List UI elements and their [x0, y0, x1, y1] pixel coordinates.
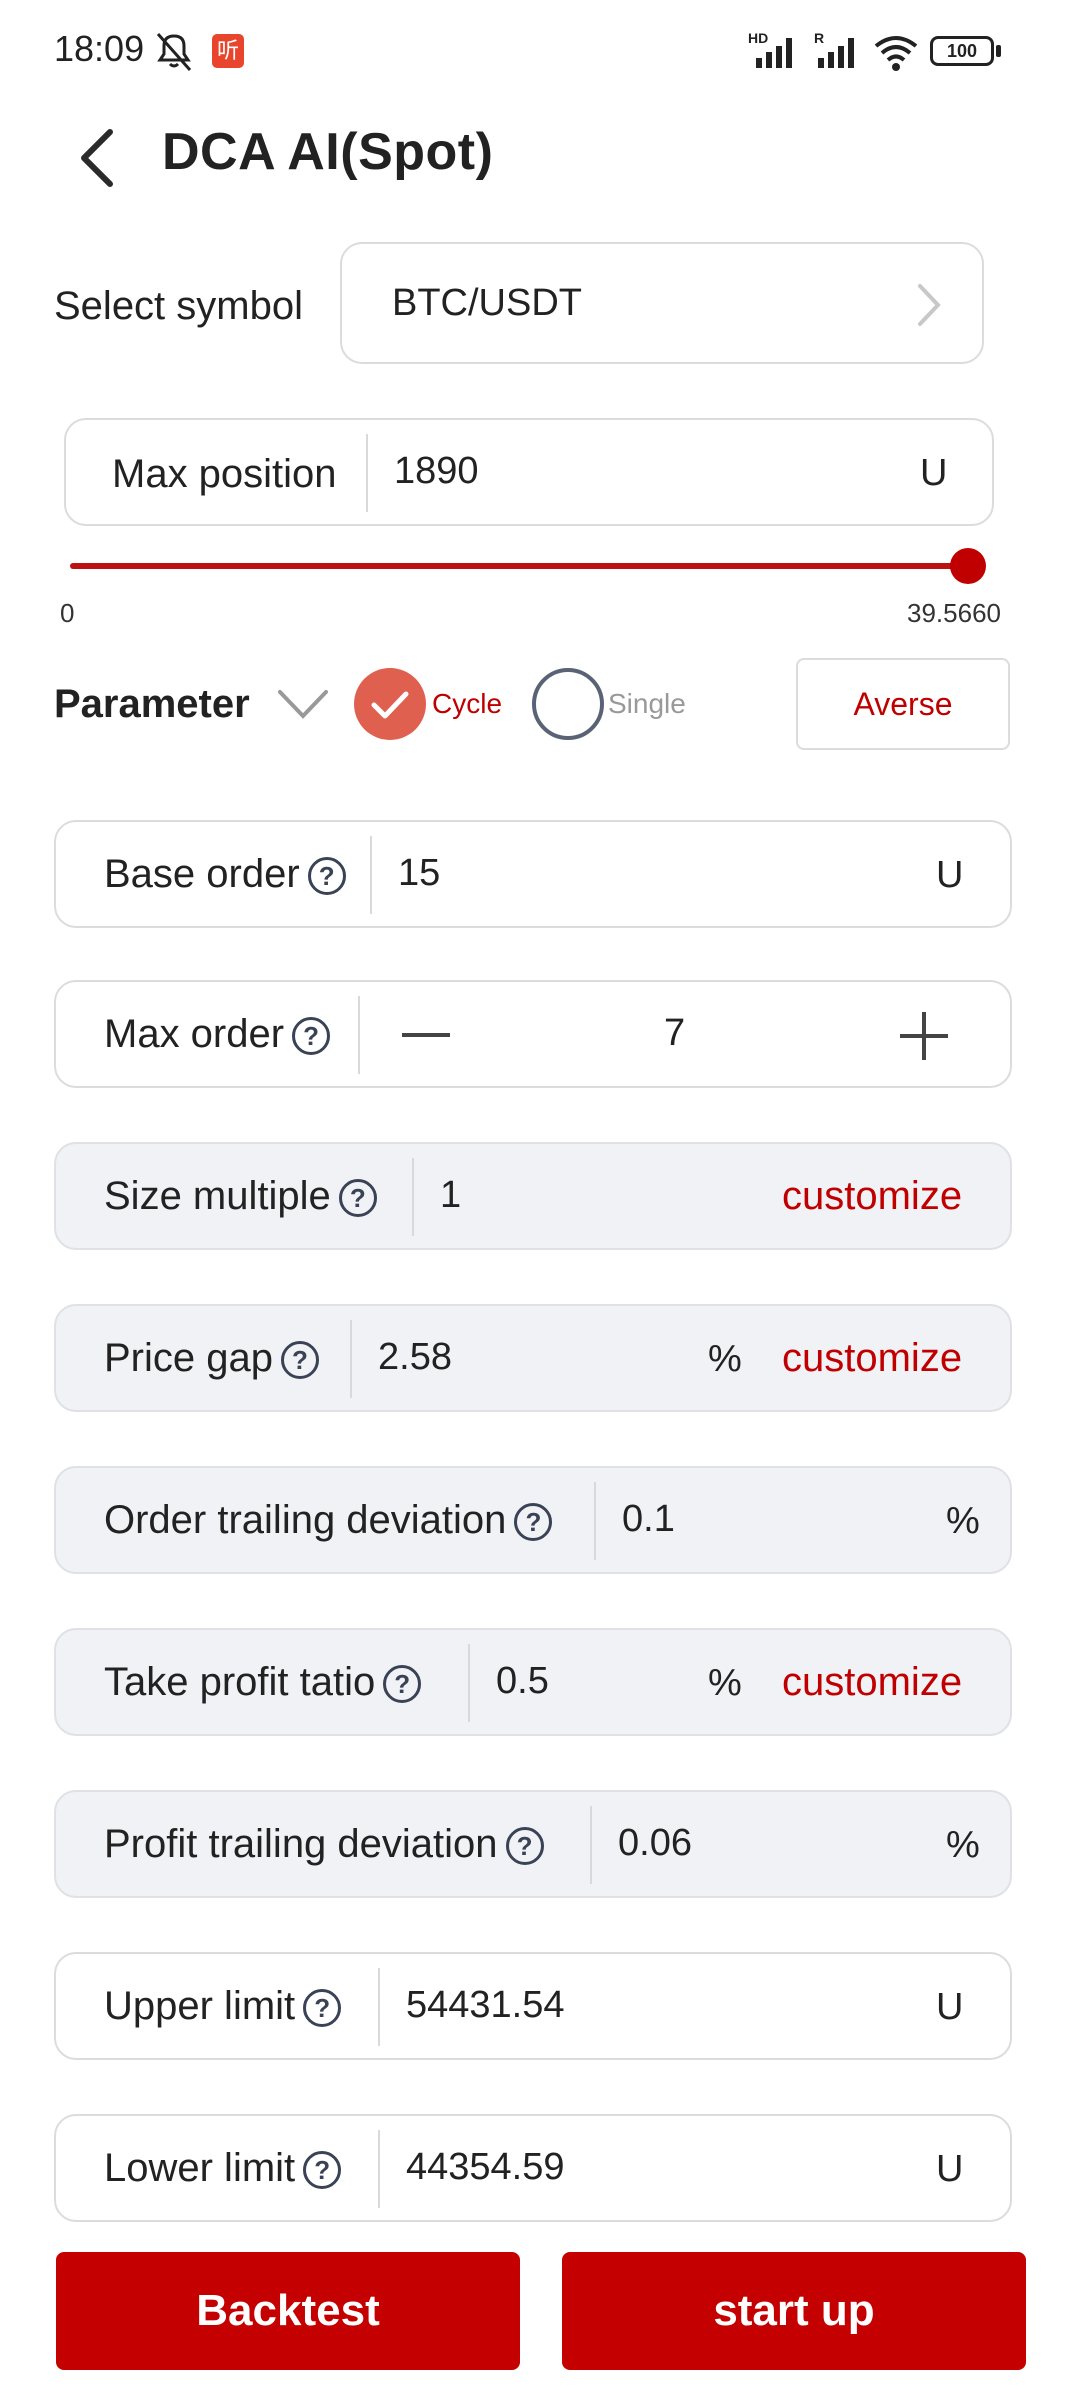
- take-profit-label: Take profit tatio: [104, 1660, 376, 1704]
- status-time: 18:09: [54, 28, 145, 69]
- take-profit-field[interactable]: Take profit tatio? 0.5 % customize: [54, 1628, 1012, 1736]
- price-gap-unit: %: [708, 1338, 742, 1380]
- symbol-value: BTC/USDT: [392, 282, 582, 324]
- averse-button[interactable]: Averse: [796, 658, 1010, 750]
- r-signal-icon: R: [810, 30, 862, 70]
- plus-icon: [900, 1012, 948, 1060]
- minus-icon: [402, 1033, 450, 1037]
- app-badge-text: 听: [216, 38, 239, 63]
- profit-trailing-unit: %: [946, 1824, 980, 1866]
- size-multiple-field[interactable]: Size multiple? 1 customize: [54, 1142, 1012, 1250]
- price-gap-field[interactable]: Price gap? 2.58 % customize: [54, 1304, 1012, 1412]
- max-order-label: Max order: [104, 1012, 285, 1056]
- slider-thumb[interactable]: [950, 548, 986, 584]
- order-trailing-label-wrap: Order trailing deviation?: [104, 1498, 553, 1543]
- parameter-label: Parameter: [54, 682, 250, 726]
- lower-limit-label: Lower limit: [104, 2146, 296, 2190]
- profit-trailing-value[interactable]: 0.06: [618, 1822, 692, 1865]
- averse-label: Averse: [853, 686, 953, 722]
- max-position-field[interactable]: Max position 1890 U: [64, 418, 994, 526]
- base-order-label-wrap: Base order?: [104, 852, 346, 897]
- slider-track: [70, 563, 970, 569]
- decrement-button[interactable]: [396, 1012, 456, 1058]
- help-icon[interactable]: ?: [303, 2151, 342, 2190]
- size-multiple-label: Size multiple: [104, 1174, 331, 1218]
- max-order-label-wrap: Max order?: [104, 1012, 331, 1057]
- max-position-unit: U: [920, 452, 948, 494]
- radio-empty-icon: [532, 668, 604, 740]
- order-trailing-unit: %: [946, 1500, 980, 1542]
- order-trailing-label: Order trailing deviation: [104, 1498, 507, 1542]
- increment-button[interactable]: [894, 1006, 954, 1066]
- hd-signal-icon: HD: [748, 30, 800, 70]
- base-order-field[interactable]: Base order? 15 U: [54, 820, 1012, 928]
- size-multiple-label-wrap: Size multiple?: [104, 1174, 377, 1219]
- lower-limit-label-wrap: Lower limit?: [104, 2146, 342, 2191]
- price-gap-label: Price gap: [104, 1336, 273, 1380]
- chevron-right-icon: [918, 284, 941, 326]
- order-trailing-field[interactable]: Order trailing deviation? 0.1 %: [54, 1466, 1012, 1574]
- max-order-value[interactable]: 7: [664, 1012, 685, 1055]
- max-position-label: Max position: [112, 452, 337, 496]
- mode-single-label: Single: [608, 688, 686, 719]
- take-profit-value[interactable]: 0.5: [496, 1660, 549, 1703]
- select-symbol-label: Select symbol: [54, 284, 303, 328]
- help-icon[interactable]: ?: [280, 1341, 319, 1380]
- symbol-selector[interactable]: BTC/USDT: [340, 242, 984, 364]
- backtest-button[interactable]: Backtest: [56, 2252, 520, 2370]
- help-icon[interactable]: ?: [292, 1017, 331, 1056]
- chevron-left-icon: [81, 129, 113, 187]
- take-profit-unit: %: [708, 1662, 742, 1704]
- upper-limit-value[interactable]: 54431.54: [406, 1984, 565, 2027]
- price-gap-label-wrap: Price gap?: [104, 1336, 319, 1381]
- profit-trailing-field[interactable]: Profit trailing deviation? 0.06 %: [54, 1790, 1012, 1898]
- max-position-value[interactable]: 1890: [394, 450, 479, 493]
- take-profit-label-wrap: Take profit tatio?: [104, 1660, 422, 1705]
- battery-level: 100: [946, 41, 978, 61]
- upper-limit-label-wrap: Upper limit?: [104, 1984, 342, 2029]
- lower-limit-unit: U: [936, 2148, 964, 2190]
- upper-limit-field[interactable]: Upper limit? 54431.54 U: [54, 1952, 1012, 2060]
- help-icon[interactable]: ?: [514, 1503, 553, 1542]
- base-order-label: Base order: [104, 852, 300, 896]
- mute-icon: [150, 30, 198, 74]
- base-order-value[interactable]: 15: [398, 852, 440, 895]
- take-profit-customize[interactable]: customize: [782, 1660, 962, 1705]
- profit-trailing-label: Profit trailing deviation: [104, 1822, 498, 1866]
- help-icon[interactable]: ?: [303, 1989, 342, 2028]
- lower-limit-field[interactable]: Lower limit? 44354.59 U: [54, 2114, 1012, 2222]
- order-trailing-value[interactable]: 0.1: [622, 1498, 675, 1541]
- check-icon: [354, 668, 426, 740]
- mode-cycle-label: Cycle: [432, 688, 503, 719]
- app-badge-icon: 听: [212, 34, 244, 68]
- upper-limit-unit: U: [936, 1986, 964, 2028]
- mode-cycle-radio[interactable]: Cycle: [354, 668, 524, 740]
- help-icon[interactable]: ?: [307, 857, 346, 896]
- wifi-icon: [872, 32, 920, 72]
- price-gap-value[interactable]: 2.58: [378, 1336, 452, 1379]
- chevron-down-icon[interactable]: [276, 688, 330, 722]
- help-icon[interactable]: ?: [338, 1179, 377, 1218]
- max-order-field[interactable]: Max order? 7: [54, 980, 1012, 1088]
- battery-icon: 100: [930, 36, 1002, 68]
- size-multiple-customize[interactable]: customize: [782, 1174, 962, 1219]
- base-order-unit: U: [936, 854, 964, 896]
- profit-trailing-label-wrap: Profit trailing deviation?: [104, 1822, 544, 1867]
- lower-limit-value[interactable]: 44354.59: [406, 2146, 565, 2189]
- back-button[interactable]: [70, 118, 130, 198]
- slider-min-label: 0: [60, 598, 75, 628]
- upper-limit-label: Upper limit: [104, 1984, 296, 2028]
- size-multiple-value[interactable]: 1: [440, 1174, 461, 1217]
- price-gap-customize[interactable]: customize: [782, 1336, 962, 1381]
- position-slider[interactable]: [70, 548, 990, 584]
- page-title: DCA AI(Spot): [162, 123, 494, 181]
- slider-max-label: 39.5660: [907, 598, 1001, 628]
- help-icon[interactable]: ?: [505, 1827, 544, 1866]
- start-up-button[interactable]: start up: [562, 2252, 1026, 2370]
- mode-single-radio[interactable]: Single: [532, 668, 702, 740]
- help-icon[interactable]: ?: [383, 1665, 422, 1704]
